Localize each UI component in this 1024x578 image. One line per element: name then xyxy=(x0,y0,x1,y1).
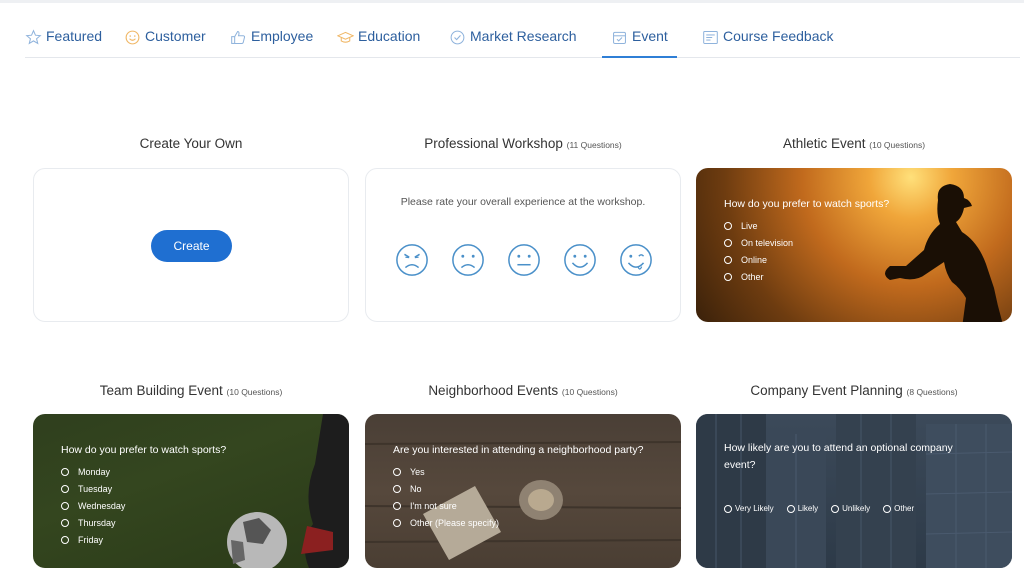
radio-button[interactable] xyxy=(61,519,69,527)
survey-question: How do you prefer to watch sports? xyxy=(724,198,890,210)
tab-label: Event xyxy=(632,28,668,44)
radio-button[interactable] xyxy=(61,536,69,544)
radio-button[interactable] xyxy=(393,519,401,527)
option-item: Very Likely xyxy=(724,504,774,513)
tab-label: Market Research xyxy=(470,28,577,44)
graduation-cap-icon xyxy=(337,31,354,43)
option-item: Other xyxy=(883,504,914,513)
option-item: Other xyxy=(724,272,924,282)
survey-preview: How likely are you to attend an optional… xyxy=(724,440,986,513)
radio-button[interactable] xyxy=(786,504,795,513)
form-icon xyxy=(703,31,718,44)
survey-question: How likely are you to attend an optional… xyxy=(724,442,953,471)
survey-preview: Are you interested in attending a neighb… xyxy=(393,442,681,535)
radio-button[interactable] xyxy=(61,468,69,476)
tab-label: Education xyxy=(358,28,421,44)
option-item: On television xyxy=(724,238,924,248)
option-item: Likely xyxy=(786,504,818,513)
calendar-icon xyxy=(613,31,626,44)
star-icon xyxy=(25,29,42,45)
tab-education[interactable]: Education xyxy=(337,28,420,58)
athletic-event-template-card[interactable]: How do you prefer to watch sports? Live … xyxy=(696,168,1012,322)
tab-employee[interactable]: Employee xyxy=(230,28,313,58)
option-item: Yes xyxy=(393,467,681,477)
very-satisfied-face-icon[interactable] xyxy=(619,243,653,277)
card-title-team: Team Building Event (10 Questions) xyxy=(99,383,283,398)
option-row: Very Likely Likely Unlikely Other xyxy=(724,504,986,513)
option-item: Friday xyxy=(61,535,321,545)
survey-preview: How do you prefer to watch sports? Live … xyxy=(724,196,924,289)
question-count: (10 Questions) xyxy=(869,140,926,150)
thumbs-up-icon xyxy=(231,31,246,44)
checkmark-circle-icon xyxy=(450,30,465,45)
tab-label: Course Feedback xyxy=(723,28,834,44)
radio-button[interactable] xyxy=(883,504,892,513)
dissatisfied-face-icon[interactable] xyxy=(451,243,485,277)
question-count: (11 Questions) xyxy=(566,140,622,150)
category-tabs: Featured Customer Employee Education Mar… xyxy=(25,28,1020,58)
card-title-company: Company Event Planning (8 Questions) xyxy=(750,383,958,398)
company-event-planning-template-card[interactable]: How likely are you to attend an optional… xyxy=(696,414,1012,568)
radio-button[interactable] xyxy=(393,485,401,493)
rating-faces xyxy=(395,243,653,277)
option-item: I'm not sure xyxy=(393,501,681,511)
tab-label: Customer xyxy=(145,28,206,44)
smiley-icon xyxy=(125,30,140,45)
card-title-neighborhood: Neighborhood Events (10 Questions) xyxy=(428,383,618,398)
radio-button[interactable] xyxy=(724,504,732,513)
question-count: (10 Questions) xyxy=(226,387,283,397)
tab-label: Employee xyxy=(251,28,314,44)
radio-button[interactable] xyxy=(393,502,401,510)
option-item: Tuesday xyxy=(61,484,321,494)
tab-label: Featured xyxy=(46,28,103,44)
card-title-workshop: Professional Workshop (11 Questions) xyxy=(424,136,622,151)
tab-customer[interactable]: Customer xyxy=(124,28,206,58)
question-count: (8 Questions) xyxy=(906,387,958,397)
tab-event[interactable]: Event xyxy=(602,28,677,58)
option-item: Unlikely xyxy=(831,504,870,513)
question-count: (10 Questions) xyxy=(561,387,618,397)
team-building-template-card[interactable]: How do you prefer to watch sports? Monda… xyxy=(33,414,349,568)
card-title-athletic: Athletic Event (10 Questions) xyxy=(782,136,926,151)
radio-button[interactable] xyxy=(724,273,732,281)
radio-button[interactable] xyxy=(831,504,840,513)
radio-button[interactable] xyxy=(724,256,732,264)
option-item: Wednesday xyxy=(61,501,321,511)
radio-button[interactable] xyxy=(61,485,69,493)
satisfied-face-icon[interactable] xyxy=(563,243,597,277)
survey-question: Are you interested in attending a neighb… xyxy=(393,444,644,456)
top-border xyxy=(0,0,1024,3)
option-item: Other (Please specify) xyxy=(393,518,681,528)
option-item: Thursday xyxy=(61,518,321,528)
tab-market-research[interactable]: Market Research xyxy=(449,28,577,58)
workshop-template-card[interactable]: Please rate your overall experience at t… xyxy=(365,168,681,322)
survey-question: Please rate your overall experience at t… xyxy=(400,196,646,208)
survey-preview: How do you prefer to watch sports? Monda… xyxy=(61,442,321,552)
option-item: Live xyxy=(724,221,924,231)
neutral-face-icon[interactable] xyxy=(507,243,541,277)
survey-question: How do you prefer to watch sports? xyxy=(61,444,227,456)
card-title-create: Create Your Own xyxy=(139,136,243,151)
tab-course-feedback[interactable]: Course Feedback xyxy=(702,28,834,58)
neighborhood-events-template-card[interactable]: Are you interested in attending a neighb… xyxy=(365,414,681,568)
radio-button[interactable] xyxy=(724,239,732,247)
very-dissatisfied-face-icon[interactable] xyxy=(395,243,429,277)
create-button[interactable]: Create xyxy=(151,230,232,262)
tab-featured[interactable]: Featured xyxy=(25,28,102,58)
radio-button[interactable] xyxy=(724,222,732,230)
option-item: Monday xyxy=(61,467,321,477)
option-item: Online xyxy=(724,255,924,265)
option-item: No xyxy=(393,484,681,494)
create-your-own-card[interactable]: Create xyxy=(33,168,349,322)
radio-button[interactable] xyxy=(61,502,69,510)
radio-button[interactable] xyxy=(393,468,401,476)
